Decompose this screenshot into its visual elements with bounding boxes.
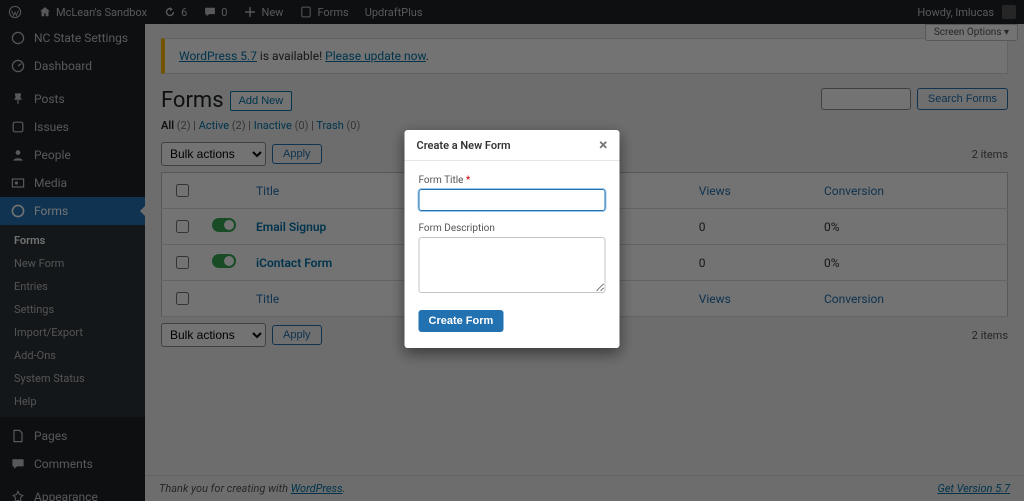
- form-description-input[interactable]: [419, 237, 606, 293]
- create-form-button[interactable]: Create Form: [419, 310, 504, 332]
- form-title-input[interactable]: [419, 189, 606, 211]
- create-form-modal: Create a New Form × Form Title * Form De…: [405, 130, 620, 348]
- close-icon[interactable]: ×: [599, 137, 608, 153]
- modal-title: Create a New Form: [417, 139, 511, 152]
- form-title-label: Form Title *: [419, 175, 606, 186]
- form-description-label: Form Description: [419, 223, 606, 234]
